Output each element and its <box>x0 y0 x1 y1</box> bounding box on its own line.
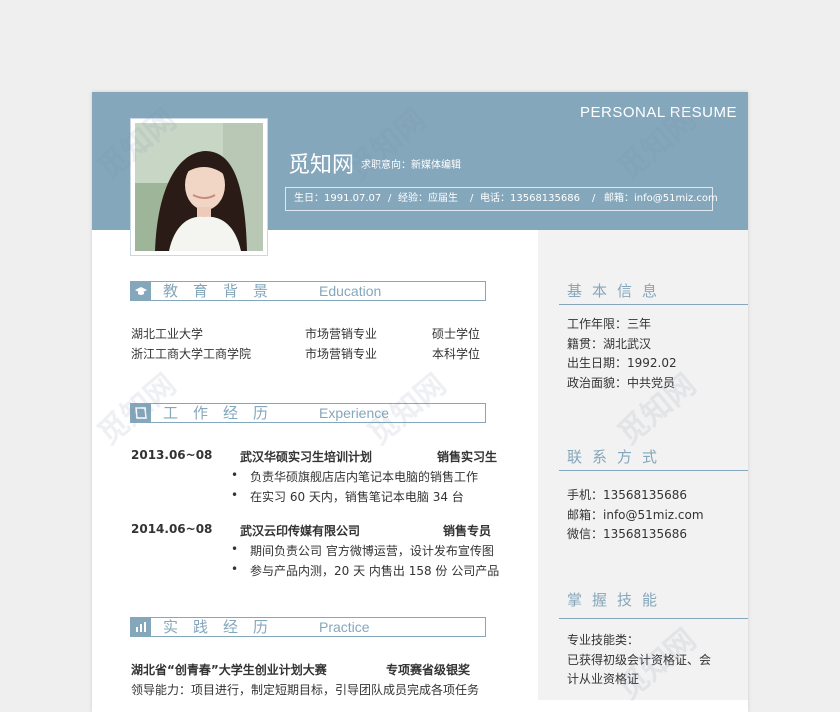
bullet-icon: • <box>231 562 239 576</box>
section-title-en: Education <box>319 283 382 299</box>
job-company-1: 武汉华硕实习生培训计划 <box>240 450 373 464</box>
job-company-2: 武汉云印传媒有限公司 <box>240 524 361 538</box>
contact-item: 手机：13568135686 <box>567 488 687 502</box>
degree-2: 本科学位 <box>432 347 481 361</box>
bullet-icon: • <box>231 542 239 556</box>
major-1: 市场营销专业 <box>305 327 378 341</box>
divider <box>559 618 748 619</box>
job-date-2: 2014.06~08 <box>131 522 213 536</box>
basic-info-item: 工作年限：三年 <box>567 317 652 331</box>
practice-event: 湖北省“创青春”大学生创业计划大赛 <box>131 663 327 677</box>
contact-bar: 生日：1991.07.07 / 经验：应届生 / 电话：13568135686 … <box>285 187 718 211</box>
section-title-cn: 工作经历 <box>163 404 284 422</box>
job-detail: 在实习 60 天内，销售笔记本电脑 34 台 <box>250 490 464 504</box>
major-2: 市场营销专业 <box>305 347 378 361</box>
divider <box>559 470 748 471</box>
section-education: 教育背景 Education <box>130 281 486 301</box>
phone-text: 电话：13568135686 <box>480 193 580 204</box>
job-detail: 负责华硕旗舰店店内笔记本电脑的销售工作 <box>250 470 479 484</box>
practice-desc: 领导能力：项目进行，制定短期目标，引导团队成员完成各项任务 <box>131 683 480 697</box>
practice-award: 专项赛省级银奖 <box>386 663 471 677</box>
sidebar-title-basic: 基本信息 <box>567 282 668 300</box>
basic-info-item: 籍贯：湖北武汉 <box>567 337 652 351</box>
school-1: 湖北工业大学 <box>131 327 204 341</box>
job-detail: 参与产品内测，20 天 内售出 158 份 公司产品 <box>250 564 500 578</box>
section-practice: 实践经历 Practice <box>130 617 486 637</box>
experience-text: 经验：应届生 <box>398 193 458 204</box>
separator: / <box>470 193 474 204</box>
skill-item: 专业技能类： <box>567 633 640 647</box>
job-detail: 期间负责公司 官方微博运营，设计发布宣传图 <box>250 544 494 558</box>
section-title-cn: 实践经历 <box>163 618 284 636</box>
bullet-icon: • <box>231 488 239 502</box>
bar-chart-icon <box>131 618 151 636</box>
degree-1: 硕士学位 <box>432 327 481 341</box>
contact-item: 邮箱：info@51miz.com <box>567 508 704 522</box>
birth-text: 生日：1991.07.07 <box>294 193 382 204</box>
separator: / <box>388 193 392 204</box>
sidebar-title-skills: 掌握技能 <box>567 591 668 609</box>
basic-info-item: 出生日期：1992.02 <box>567 356 677 370</box>
job-role-2: 销售专员 <box>443 524 492 538</box>
divider <box>559 304 748 305</box>
bullet-icon: • <box>231 468 239 482</box>
job-role-1: 销售实习生 <box>437 450 498 464</box>
graduation-cap-icon <box>131 282 151 300</box>
section-title-en: Practice <box>319 619 370 635</box>
school-2: 浙江工商大学工商学院 <box>131 347 252 361</box>
job-date-1: 2013.06~08 <box>131 448 213 462</box>
sidebar-title-contact: 联系方式 <box>567 448 668 466</box>
contact-item: 微信：13568135686 <box>567 527 687 541</box>
separator: / <box>592 193 596 204</box>
email-text: 邮箱：info@51miz.com <box>604 193 718 204</box>
section-title-cn: 教育背景 <box>163 282 284 300</box>
